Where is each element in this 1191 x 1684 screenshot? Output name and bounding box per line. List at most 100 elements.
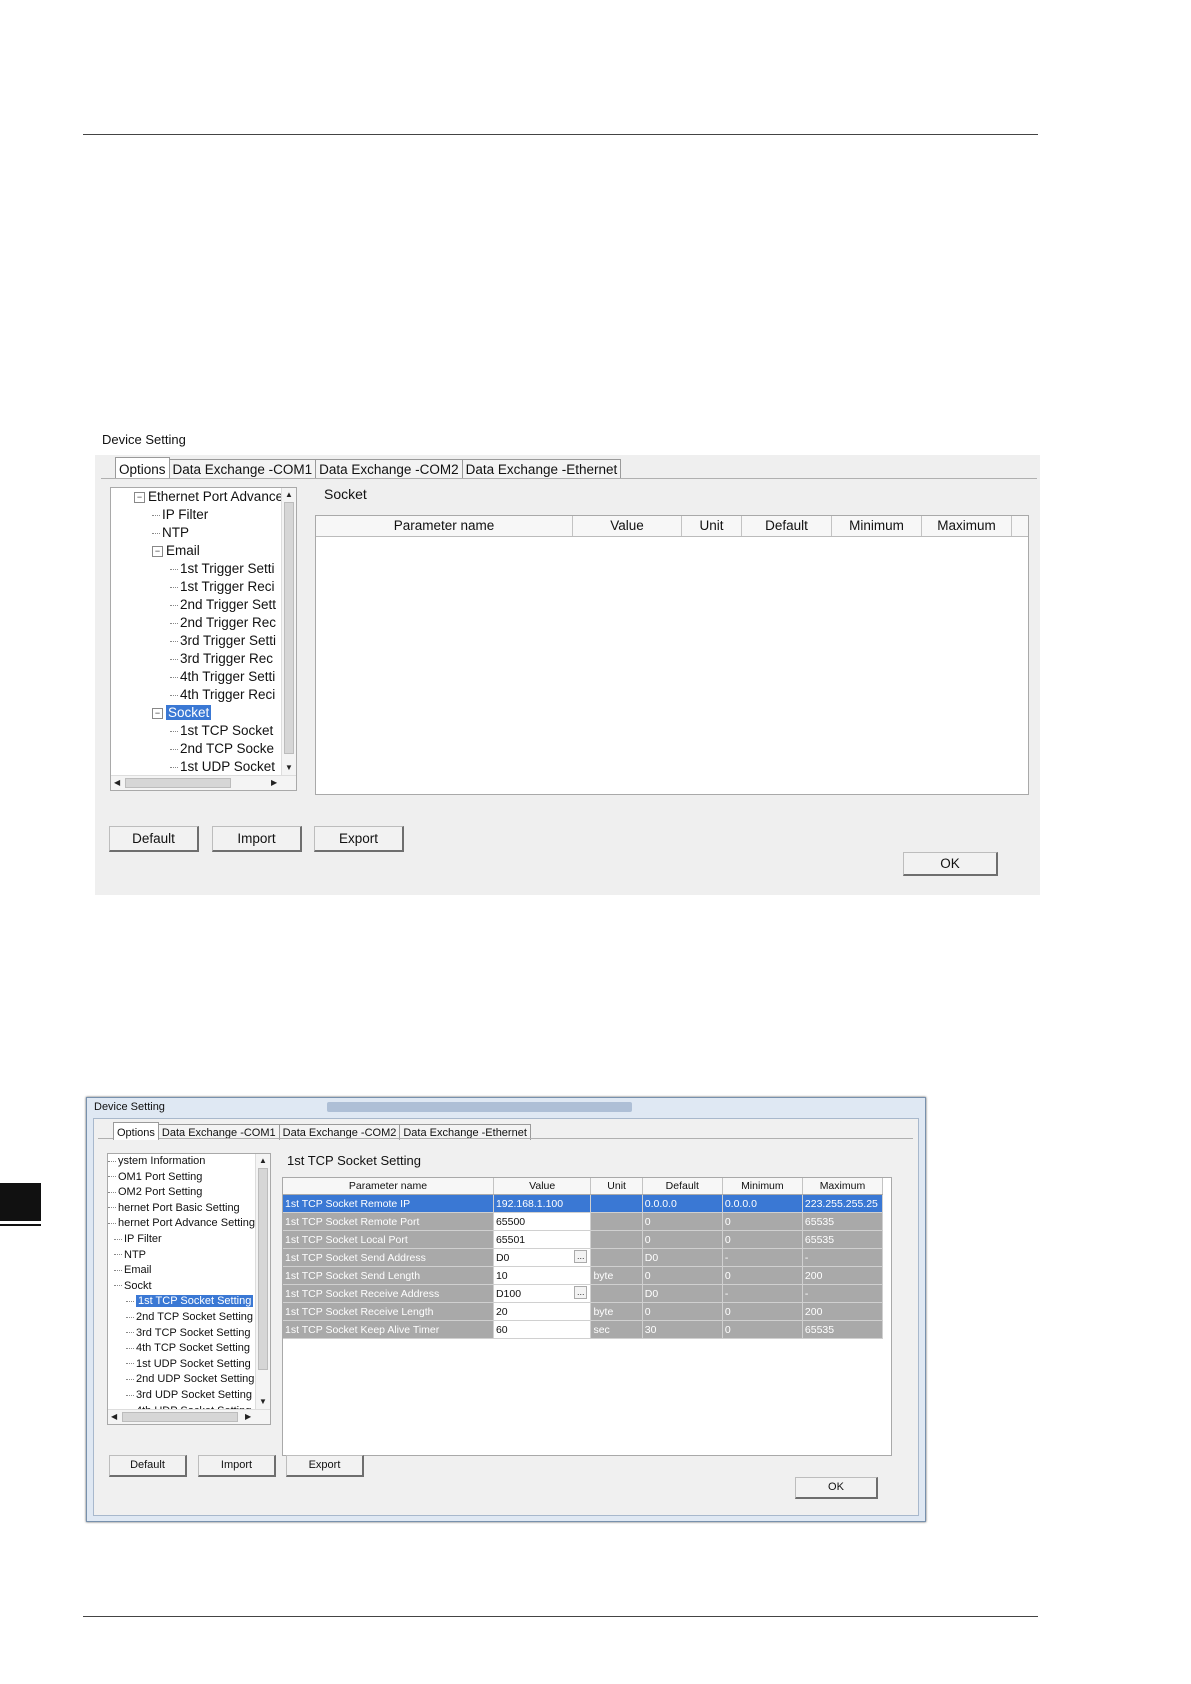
tree-item-ethernet-port-advance[interactable]: − Ethernet Port Advance — [111, 488, 283, 506]
tree-item-4th-trigger-reci[interactable]: 4th Trigger Reci — [111, 686, 282, 704]
tree-horizontal-scrollbar[interactable]: ◀ ▶ — [108, 1409, 270, 1424]
tree-item-email[interactable]: − Email — [111, 542, 282, 560]
tree-item-3rd-udp-socket-setting[interactable]: 3rd UDP Socket Setting — [108, 1388, 256, 1404]
tree-item-4th-tcp-socket-setting[interactable]: 4th TCP Socket Setting — [108, 1341, 256, 1357]
tree-item-1st-trigger-reci[interactable]: 1st Trigger Reci — [111, 578, 282, 596]
dialog2-titlebar[interactable]: Device Setting — [87, 1098, 925, 1116]
import-button[interactable]: Import — [198, 1455, 276, 1477]
tree-item-ip-filter[interactable]: IP Filter — [111, 506, 282, 524]
col-minimum[interactable]: Minimum — [832, 516, 922, 536]
table-row[interactable]: 1st TCP Socket Remote Port 65500 0 0 65535 — [283, 1212, 884, 1231]
scroll-right-arrow-icon[interactable]: ▶ — [271, 778, 277, 788]
tree-vertical-scrollbar[interactable]: ▲ ▼ — [281, 488, 296, 776]
ok-button[interactable]: OK — [795, 1477, 878, 1499]
tree-item-2nd-tcp-socke[interactable]: 2nd TCP Socke — [111, 740, 282, 758]
tree-item-2nd-udp-socket-setting[interactable]: 2nd UDP Socket Setting — [108, 1372, 256, 1388]
tree-item-1st-udp-socket[interactable]: 1st UDP Socket — [111, 758, 282, 776]
cell-value[interactable]: 20 — [493, 1302, 592, 1321]
table-row[interactable]: 1st TCP Socket Remote IP 192.168.1.100 0.0… — [283, 1194, 884, 1213]
tab-data-exchange-com2[interactable]: Data Exchange -COM2 — [315, 459, 463, 478]
tree-item-3rd-trigger-rec[interactable]: 3rd Trigger Rec — [111, 650, 282, 668]
col-value[interactable]: Value — [573, 516, 682, 536]
tree-item-sockt[interactable]: Sockt — [108, 1279, 256, 1295]
tree-horizontal-scrollbar[interactable]: ◀ ▶ — [111, 775, 296, 790]
tree-item-ntp[interactable]: NTP — [108, 1248, 256, 1264]
tree-item-ip-filter[interactable]: IP Filter — [108, 1232, 256, 1248]
parameter-table[interactable]: Parameter name Value Unit Default Minimu… — [282, 1177, 892, 1456]
default-button[interactable]: Default — [109, 1455, 187, 1477]
col-value[interactable]: Value — [493, 1178, 592, 1195]
tree-item-1st-udp-socket-setting[interactable]: 1st UDP Socket Setting — [108, 1357, 256, 1373]
import-button[interactable]: Import — [212, 826, 302, 852]
table-row[interactable]: 1st TCP Socket Receive Length 20 byte 0 0 200 — [283, 1302, 884, 1321]
tab-options[interactable]: Options — [115, 457, 170, 478]
table-row[interactable]: 1st TCP Socket Send Address D0... D0- - — [283, 1248, 884, 1267]
export-button[interactable]: Export — [314, 826, 404, 852]
col-parameter-name[interactable]: Parameter name — [283, 1178, 494, 1195]
table-row[interactable]: 1st TCP Socket Receive Address D100... D0 -… — [283, 1284, 884, 1303]
col-default[interactable]: Default — [742, 516, 832, 536]
tree-item-hernet-port-basic-setting[interactable]: hernet Port Basic Setting — [108, 1201, 256, 1217]
tab-data-exchange-ethernet[interactable]: Data Exchange -Ethernet — [461, 459, 622, 478]
col-default[interactable]: Default — [642, 1178, 723, 1195]
tree-item-1st-trigger-setti[interactable]: 1st Trigger Setti — [111, 560, 282, 578]
scroll-down-arrow-icon[interactable]: ▼ — [259, 1397, 267, 1407]
tree-item-hernet-port-advance-setting[interactable]: hernet Port Advance Setting — [108, 1216, 256, 1232]
tree-vscroll-thumb[interactable] — [284, 502, 294, 754]
col-parameter-name[interactable]: Parameter name — [316, 516, 573, 536]
cell-value[interactable]: 65501 — [493, 1230, 592, 1249]
tree-item-om2-port-setting[interactable]: OM2 Port Setting — [108, 1185, 256, 1201]
ok-button[interactable]: OK — [903, 852, 998, 876]
default-button[interactable]: Default — [109, 826, 199, 852]
tree-item-1st-tcp-socket[interactable]: 1st TCP Socket — [111, 722, 282, 740]
scroll-right-arrow-icon[interactable]: ▶ — [245, 1412, 251, 1422]
cell-value[interactable]: 10 — [493, 1266, 592, 1285]
tree-item-2nd-trigger-rec[interactable]: 2nd Trigger Rec — [111, 614, 282, 632]
cell-value[interactable]: 192.168.1.100 — [493, 1194, 592, 1213]
cell-value[interactable]: 60 — [493, 1320, 592, 1339]
scroll-left-arrow-icon[interactable]: ◀ — [114, 778, 120, 788]
collapse-toggle-icon[interactable]: − — [134, 491, 145, 503]
tree-item-4th-trigger-setti[interactable]: 4th Trigger Setti — [111, 668, 282, 686]
table-row[interactable]: 1st TCP Socket Local Port 65501 0 0 65535 — [283, 1230, 884, 1249]
tab-data-exchange-com1[interactable]: Data Exchange -COM1 — [168, 459, 317, 478]
table-row[interactable]: 1st TCP Socket Send Length 10 byte 0 0 200 — [283, 1266, 884, 1285]
table-row[interactable]: 1st TCP Socket Keep Alive Timer 60 sec 30 0 6… — [283, 1320, 884, 1339]
tree-item-ntp[interactable]: NTP — [111, 524, 282, 542]
export-button[interactable]: Export — [286, 1455, 364, 1477]
tree-item-email[interactable]: Email — [108, 1263, 256, 1279]
tree-item-ystem-information[interactable]: ystem Information — [108, 1154, 256, 1170]
tree-vertical-scrollbar[interactable]: ▲ ▼ — [255, 1154, 270, 1410]
settings-tree[interactable]: − Ethernet Port Advance IP Filter NTP − Email… — [110, 487, 297, 791]
scroll-left-arrow-icon[interactable]: ◀ — [111, 1412, 117, 1422]
tree-item-socket[interactable]: − Socket — [111, 704, 282, 722]
cell-value[interactable]: D100... — [493, 1284, 592, 1303]
tree-item-2nd-tcp-socket-setting[interactable]: 2nd TCP Socket Setting — [108, 1310, 256, 1326]
tree-hscroll-thumb[interactable] — [122, 1412, 238, 1422]
tab-options[interactable]: Options — [113, 1122, 159, 1140]
col-maximum[interactable]: Maximum — [802, 1178, 884, 1195]
cell-value[interactable]: D0... — [493, 1248, 592, 1267]
tree-connector — [126, 1378, 134, 1380]
tree-item-3rd-tcp-socket-setting[interactable]: 3rd TCP Socket Setting — [108, 1326, 256, 1342]
tree-vscroll-thumb[interactable] — [258, 1168, 268, 1370]
col-unit[interactable]: Unit — [682, 516, 742, 536]
tree-hscroll-thumb[interactable] — [125, 778, 231, 788]
settings-tree[interactable]: ystem Information OM1 Port Setting OM2 Por… — [107, 1153, 271, 1425]
col-maximum[interactable]: Maximum — [922, 516, 1012, 536]
parameter-grid[interactable]: Parameter name Value Unit Default Minimu… — [315, 515, 1029, 795]
scroll-up-arrow-icon[interactable]: ▲ — [285, 490, 293, 500]
scroll-down-arrow-icon[interactable]: ▼ — [285, 763, 293, 773]
collapse-toggle-icon[interactable]: − — [152, 707, 163, 719]
collapse-toggle-icon[interactable]: − — [152, 545, 163, 557]
tree-item-1st-tcp-socket-setting[interactable]: 1st TCP Socket Setting — [108, 1294, 256, 1310]
col-unit[interactable]: Unit — [590, 1178, 643, 1195]
tree-item-2nd-trigger-sett[interactable]: 2nd Trigger Sett — [111, 596, 282, 614]
tree-item-om1-port-setting[interactable]: OM1 Port Setting — [108, 1170, 256, 1186]
scroll-up-arrow-icon[interactable]: ▲ — [259, 1156, 267, 1166]
browse-ellipsis-icon[interactable]: ... — [573, 1286, 588, 1299]
browse-ellipsis-icon[interactable]: ... — [573, 1250, 588, 1263]
tree-item-3rd-trigger-setti[interactable]: 3rd Trigger Setti — [111, 632, 282, 650]
cell-value[interactable]: 65500 — [493, 1212, 592, 1231]
col-minimum[interactable]: Minimum — [722, 1178, 803, 1195]
